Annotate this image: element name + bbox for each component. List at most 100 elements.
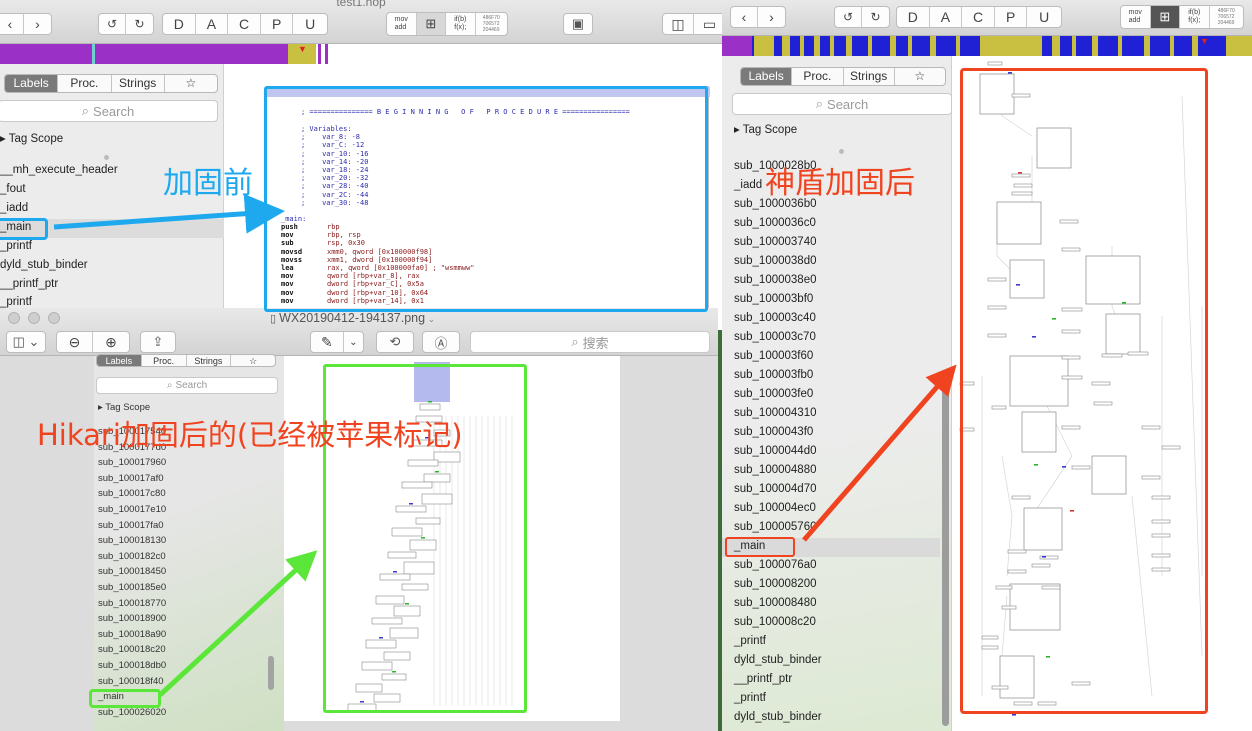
markup-icon[interactable]: ✎: [311, 332, 344, 352]
list-item[interactable]: sub_100005760: [734, 521, 817, 533]
inner-list-item[interactable]: sub_100018770: [98, 598, 166, 609]
navigation-bar[interactable]: ▼: [722, 36, 1252, 56]
mode-p-button[interactable]: P: [995, 7, 1028, 27]
list-item[interactable]: sub_100003740: [734, 236, 817, 248]
mode-u-button[interactable]: U: [293, 14, 327, 34]
inspector-toggle-icon[interactable]: ▭: [694, 14, 722, 34]
back-icon[interactable]: ‹: [0, 14, 25, 34]
annotate-icon[interactable]: Ⓐ: [422, 331, 460, 353]
list-item[interactable]: sub_100003fe0: [734, 388, 813, 400]
list-item[interactable]: sub_1000043f0: [734, 426, 813, 438]
list-item[interactable]: sub_100003c40: [734, 312, 816, 324]
list-item[interactable]: sub_100008c20: [734, 616, 816, 628]
sidebar-toggle-icon[interactable]: ◫: [663, 14, 695, 34]
zoom-out-icon[interactable]: ⊖: [57, 332, 94, 352]
rotate-icon[interactable]: ⟲: [376, 331, 414, 353]
tab-strings[interactable]: Strings: [112, 75, 165, 92]
list-item[interactable]: _printf: [0, 296, 32, 308]
list-item[interactable]: __printf_ptr: [734, 673, 792, 685]
assembly-view-button[interactable]: mov add: [1121, 6, 1151, 28]
share-icon[interactable]: ⇪: [140, 331, 176, 353]
cfg-view-icon[interactable]: ⊞: [1150, 6, 1181, 28]
tab-bookmarks[interactable]: ☆: [895, 68, 945, 85]
list-item[interactable]: sub_100008200: [734, 578, 817, 590]
list-item[interactable]: _fout: [0, 183, 26, 195]
close-icon[interactable]: [8, 312, 20, 324]
list-item[interactable]: sub_100004310: [734, 407, 817, 419]
inner-list-item[interactable]: sub_100018f40: [98, 676, 164, 687]
mode-d-button[interactable]: D: [163, 14, 196, 34]
inner-list-item[interactable]: sub_100018450: [98, 566, 166, 577]
redo-icon[interactable]: ↻: [126, 14, 153, 34]
zoom-in-icon[interactable]: ⊕: [93, 332, 129, 352]
inner-list-item[interactable]: sub_100018130: [98, 535, 166, 546]
chevron-down-icon[interactable]: ⌄: [344, 332, 363, 352]
list-item[interactable]: sub_100004ec0: [734, 502, 816, 514]
undo-icon[interactable]: ↺: [99, 14, 127, 34]
tab-labels[interactable]: Labels: [5, 75, 59, 92]
mode-c-button[interactable]: C: [228, 14, 261, 34]
mode-a-button[interactable]: A: [930, 7, 963, 27]
search-input[interactable]: ⌕ Search: [0, 100, 218, 122]
tab-procedures[interactable]: Proc.: [58, 75, 112, 92]
minimize-icon[interactable]: [28, 312, 40, 324]
assembly-view-button[interactable]: mov add: [387, 13, 417, 35]
mode-u-button[interactable]: U: [1027, 7, 1061, 27]
navigation-bar[interactable]: ▼: [0, 44, 722, 64]
search-input[interactable]: ⌕ Search: [732, 93, 952, 115]
list-item[interactable]: _iadd: [734, 179, 762, 191]
tab-bookmarks[interactable]: ☆: [165, 75, 217, 92]
forward-icon[interactable]: ›: [758, 7, 785, 27]
pseudocode-view-button[interactable]: if(b) f(x);: [446, 13, 476, 35]
inner-list-item[interactable]: sub_1000182c0: [98, 551, 166, 562]
mode-a-button[interactable]: A: [196, 14, 229, 34]
chip-icon[interactable]: ▣: [563, 13, 593, 35]
list-item[interactable]: dyld_stub_binder: [0, 259, 88, 271]
list-item[interactable]: sub_100003c70: [734, 331, 816, 343]
list-item[interactable]: sub_1000076a0: [734, 559, 817, 571]
hex-view-button[interactable]: 486F70 706572 204469: [1210, 6, 1243, 28]
inner-list-item[interactable]: sub_100017e10: [98, 504, 166, 515]
tab-labels[interactable]: Labels: [741, 68, 793, 85]
inner-list-item[interactable]: sub_100026020: [98, 707, 166, 718]
list-item[interactable]: sub_1000038d0: [734, 255, 817, 267]
inner-tab-labels[interactable]: Labels: [97, 355, 142, 366]
pseudocode-view-button[interactable]: if(b) f(x);: [1180, 6, 1210, 28]
tab-procedures[interactable]: Proc.: [792, 68, 844, 85]
undo-icon[interactable]: ↺: [835, 7, 863, 27]
list-item[interactable]: sub_100004880: [734, 464, 817, 476]
mode-p-button[interactable]: P: [261, 14, 294, 34]
chevron-down-icon[interactable]: ⌄: [425, 314, 436, 324]
cfg-view-icon[interactable]: ⊞: [416, 13, 447, 35]
forward-icon[interactable]: ›: [24, 14, 51, 34]
list-item[interactable]: _printf: [0, 240, 32, 252]
tab-strings[interactable]: Strings: [844, 68, 895, 85]
inner-list-item[interactable]: sub_100018a90: [98, 629, 166, 640]
list-item[interactable]: sub_100003fb0: [734, 369, 813, 381]
inner-list-item[interactable]: sub_100017c80: [98, 488, 166, 499]
list-item[interactable]: sub_1000038e0: [734, 274, 817, 286]
back-icon[interactable]: ‹: [731, 7, 759, 27]
inner-tab-strings[interactable]: Strings: [187, 355, 232, 366]
preview-scrollbar[interactable]: [268, 656, 274, 690]
list-item[interactable]: sub_100008480: [734, 597, 817, 609]
list-item[interactable]: _printf: [734, 692, 766, 704]
list-item[interactable]: sub_100003bf0: [734, 293, 813, 305]
hex-view-button[interactable]: 486F70 706572 204469: [476, 13, 507, 35]
inner-tab-procedures[interactable]: Proc.: [142, 355, 187, 366]
inner-list-item[interactable]: sub_100018db0: [98, 660, 166, 671]
preview-search-input[interactable]: ⌕ 搜索: [470, 331, 710, 353]
list-item[interactable]: _iadd: [0, 202, 28, 214]
zoom-icon[interactable]: [48, 312, 60, 324]
list-item[interactable]: __mh_execute_header: [0, 164, 118, 176]
mode-d-button[interactable]: D: [897, 7, 930, 27]
list-item[interactable]: _printf: [734, 635, 766, 647]
tag-scope[interactable]: ▸ Tag Scope: [0, 131, 63, 145]
inner-list-item[interactable]: sub_100018900: [98, 613, 166, 624]
list-item[interactable]: sub_100003f60: [734, 350, 813, 362]
inner-tab-bookmarks[interactable]: ☆: [231, 355, 275, 366]
list-item[interactable]: sub_1000036c0: [734, 217, 816, 229]
tag-scope[interactable]: ▸ Tag Scope: [734, 122, 797, 136]
inner-list-item[interactable]: sub_100017fa0: [98, 520, 164, 531]
sidebar-toggle-icon[interactable]: ◫ ⌄: [6, 331, 46, 353]
